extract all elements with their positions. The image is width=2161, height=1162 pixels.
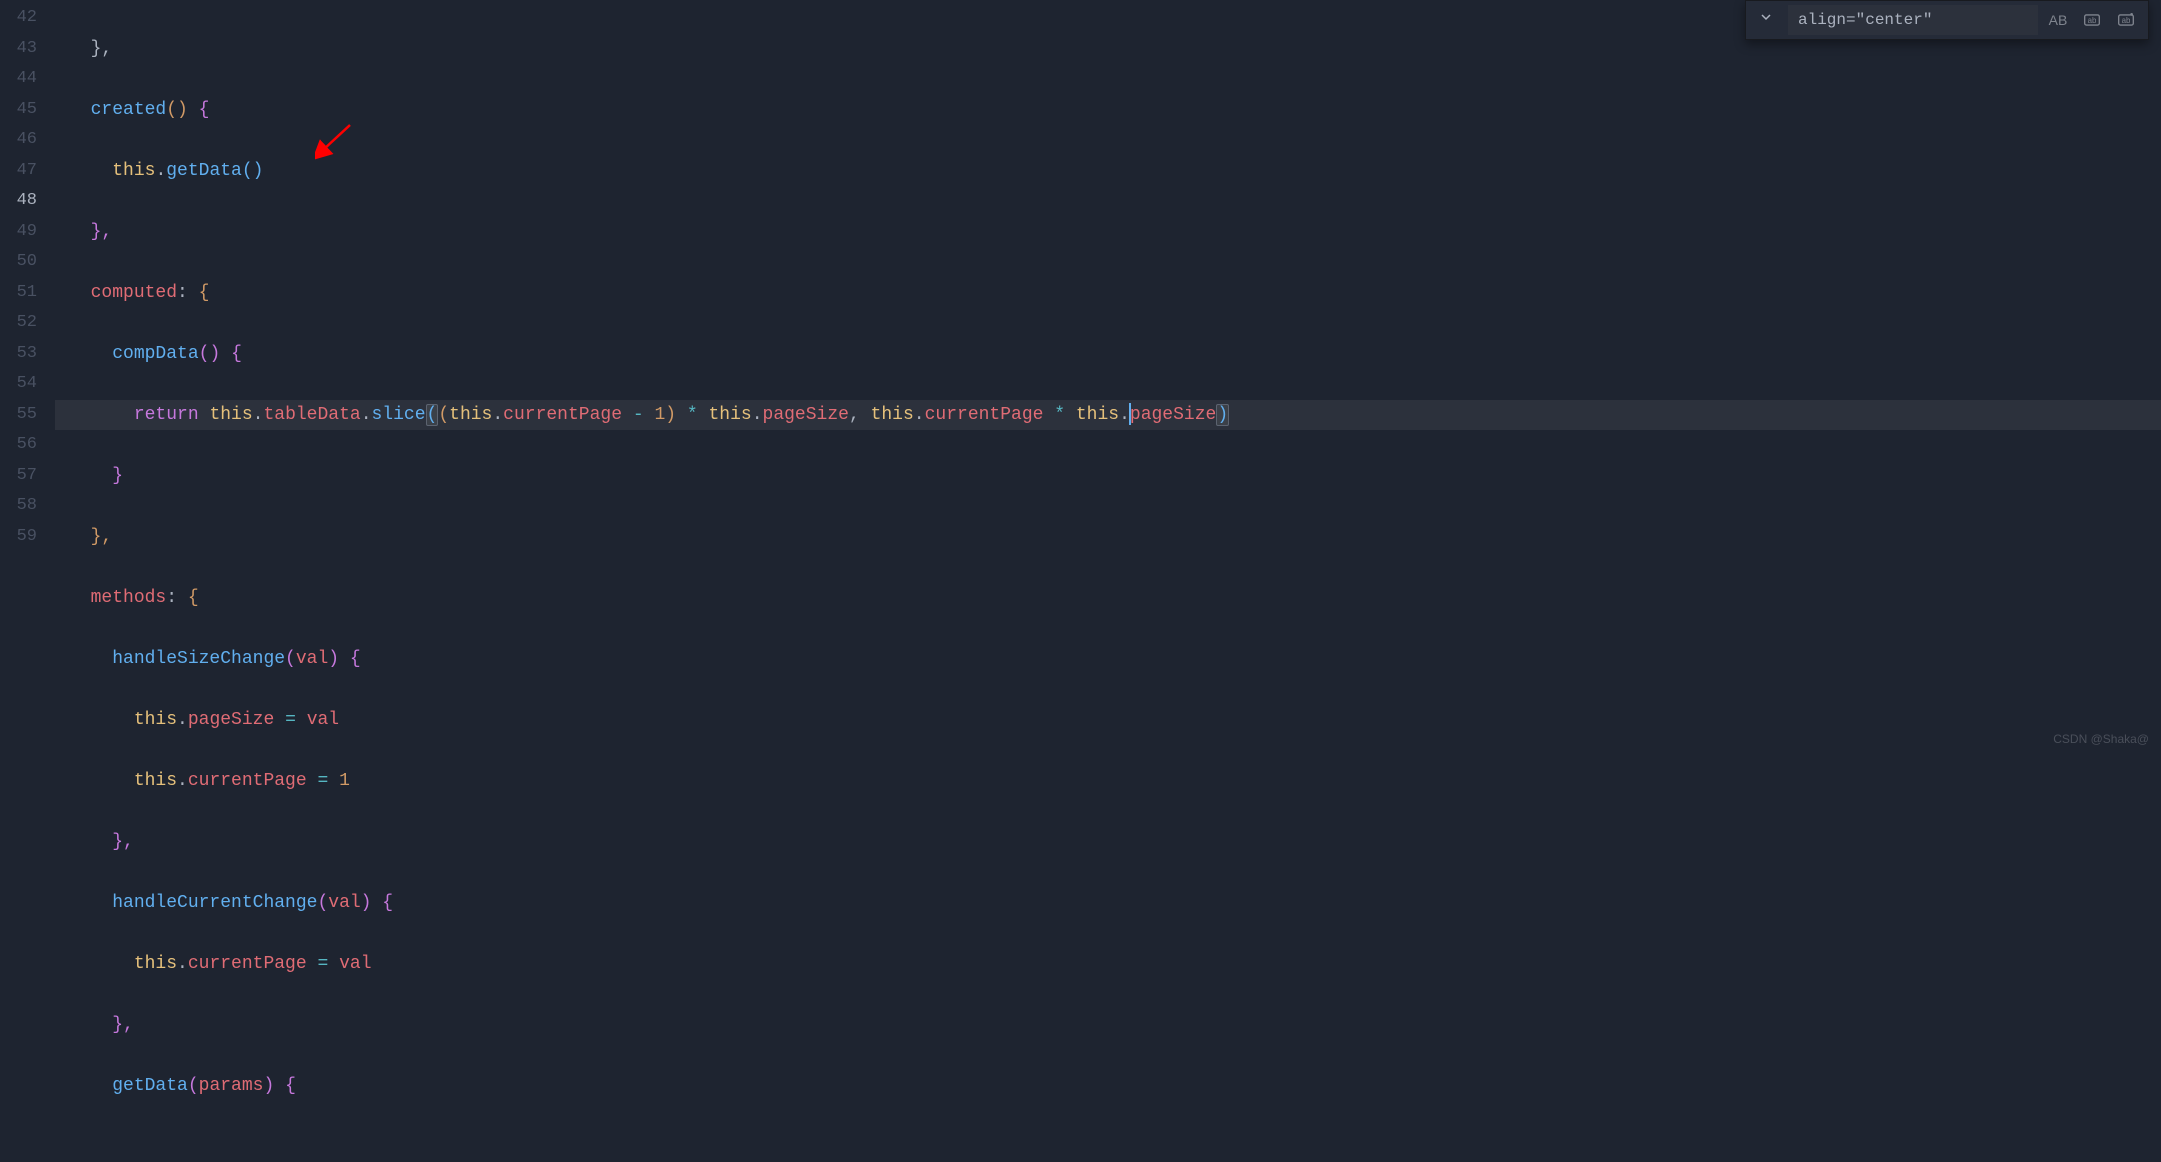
line-number: 49 (0, 217, 37, 248)
match-case-icon[interactable]: AB (2048, 10, 2068, 30)
code-line[interactable]: getData(params) { (55, 1071, 2161, 1102)
line-number-gutter: 42 43 44 45 46 47 48 49 50 51 52 53 54 5… (0, 0, 55, 754)
code-line[interactable]: this.pageSize = val (55, 705, 2161, 736)
line-number: 43 (0, 34, 37, 65)
code-line[interactable]: handleCurrentChange(val) { (55, 888, 2161, 919)
line-number: 55 (0, 400, 37, 431)
line-number-active: 48 (0, 186, 37, 217)
line-number: 45 (0, 95, 37, 126)
search-options: AB ab ab (2048, 10, 2140, 30)
code-line[interactable]: created() { (55, 95, 2161, 126)
line-number: 51 (0, 278, 37, 309)
code-line[interactable]: }, (55, 217, 2161, 248)
code-line[interactable]: }, (55, 522, 2161, 553)
line-number: 52 (0, 308, 37, 339)
code-line[interactable]: this.currentPage = val (55, 949, 2161, 980)
line-number: 50 (0, 247, 37, 278)
line-number: 42 (0, 3, 37, 34)
line-number: 57 (0, 461, 37, 492)
code-line[interactable]: methods: { (55, 583, 2161, 614)
watermark: CSDN @Shaka@ (2053, 732, 2149, 746)
code-line[interactable]: } (55, 461, 2161, 492)
code-line[interactable]: computed: { (55, 278, 2161, 309)
toggle-replace-icon[interactable] (1754, 7, 1778, 33)
code-editor: 42 43 44 45 46 47 48 49 50 51 52 53 54 5… (0, 0, 2161, 754)
code-line[interactable]: handleSizeChange(val) { (55, 644, 2161, 675)
line-number: 56 (0, 430, 37, 461)
code-line[interactable]: }, (55, 827, 2161, 858)
line-number: 54 (0, 369, 37, 400)
svg-text:ab: ab (2088, 16, 2097, 25)
code-line[interactable]: }, (55, 1010, 2161, 1041)
find-widget: AB ab ab (1745, 0, 2149, 40)
line-number: 53 (0, 339, 37, 370)
use-regex-icon[interactable]: ab (2116, 10, 2136, 30)
code-area[interactable]: }, created() { this.getData() }, compute… (55, 0, 2161, 754)
svg-text:ab: ab (2122, 16, 2131, 25)
code-line[interactable]: this.getData() (55, 156, 2161, 187)
line-number: 58 (0, 491, 37, 522)
line-number: 44 (0, 64, 37, 95)
code-line-active[interactable]: return this.tableData.slice((this.curren… (55, 400, 2161, 431)
search-input[interactable] (1788, 5, 2038, 35)
code-line[interactable]: this.currentPage = 1 (55, 766, 2161, 797)
line-number: 59 (0, 522, 37, 553)
line-number: 46 (0, 125, 37, 156)
match-whole-word-icon[interactable]: ab (2082, 10, 2102, 30)
line-number: 47 (0, 156, 37, 187)
code-line[interactable]: compData() { (55, 339, 2161, 370)
